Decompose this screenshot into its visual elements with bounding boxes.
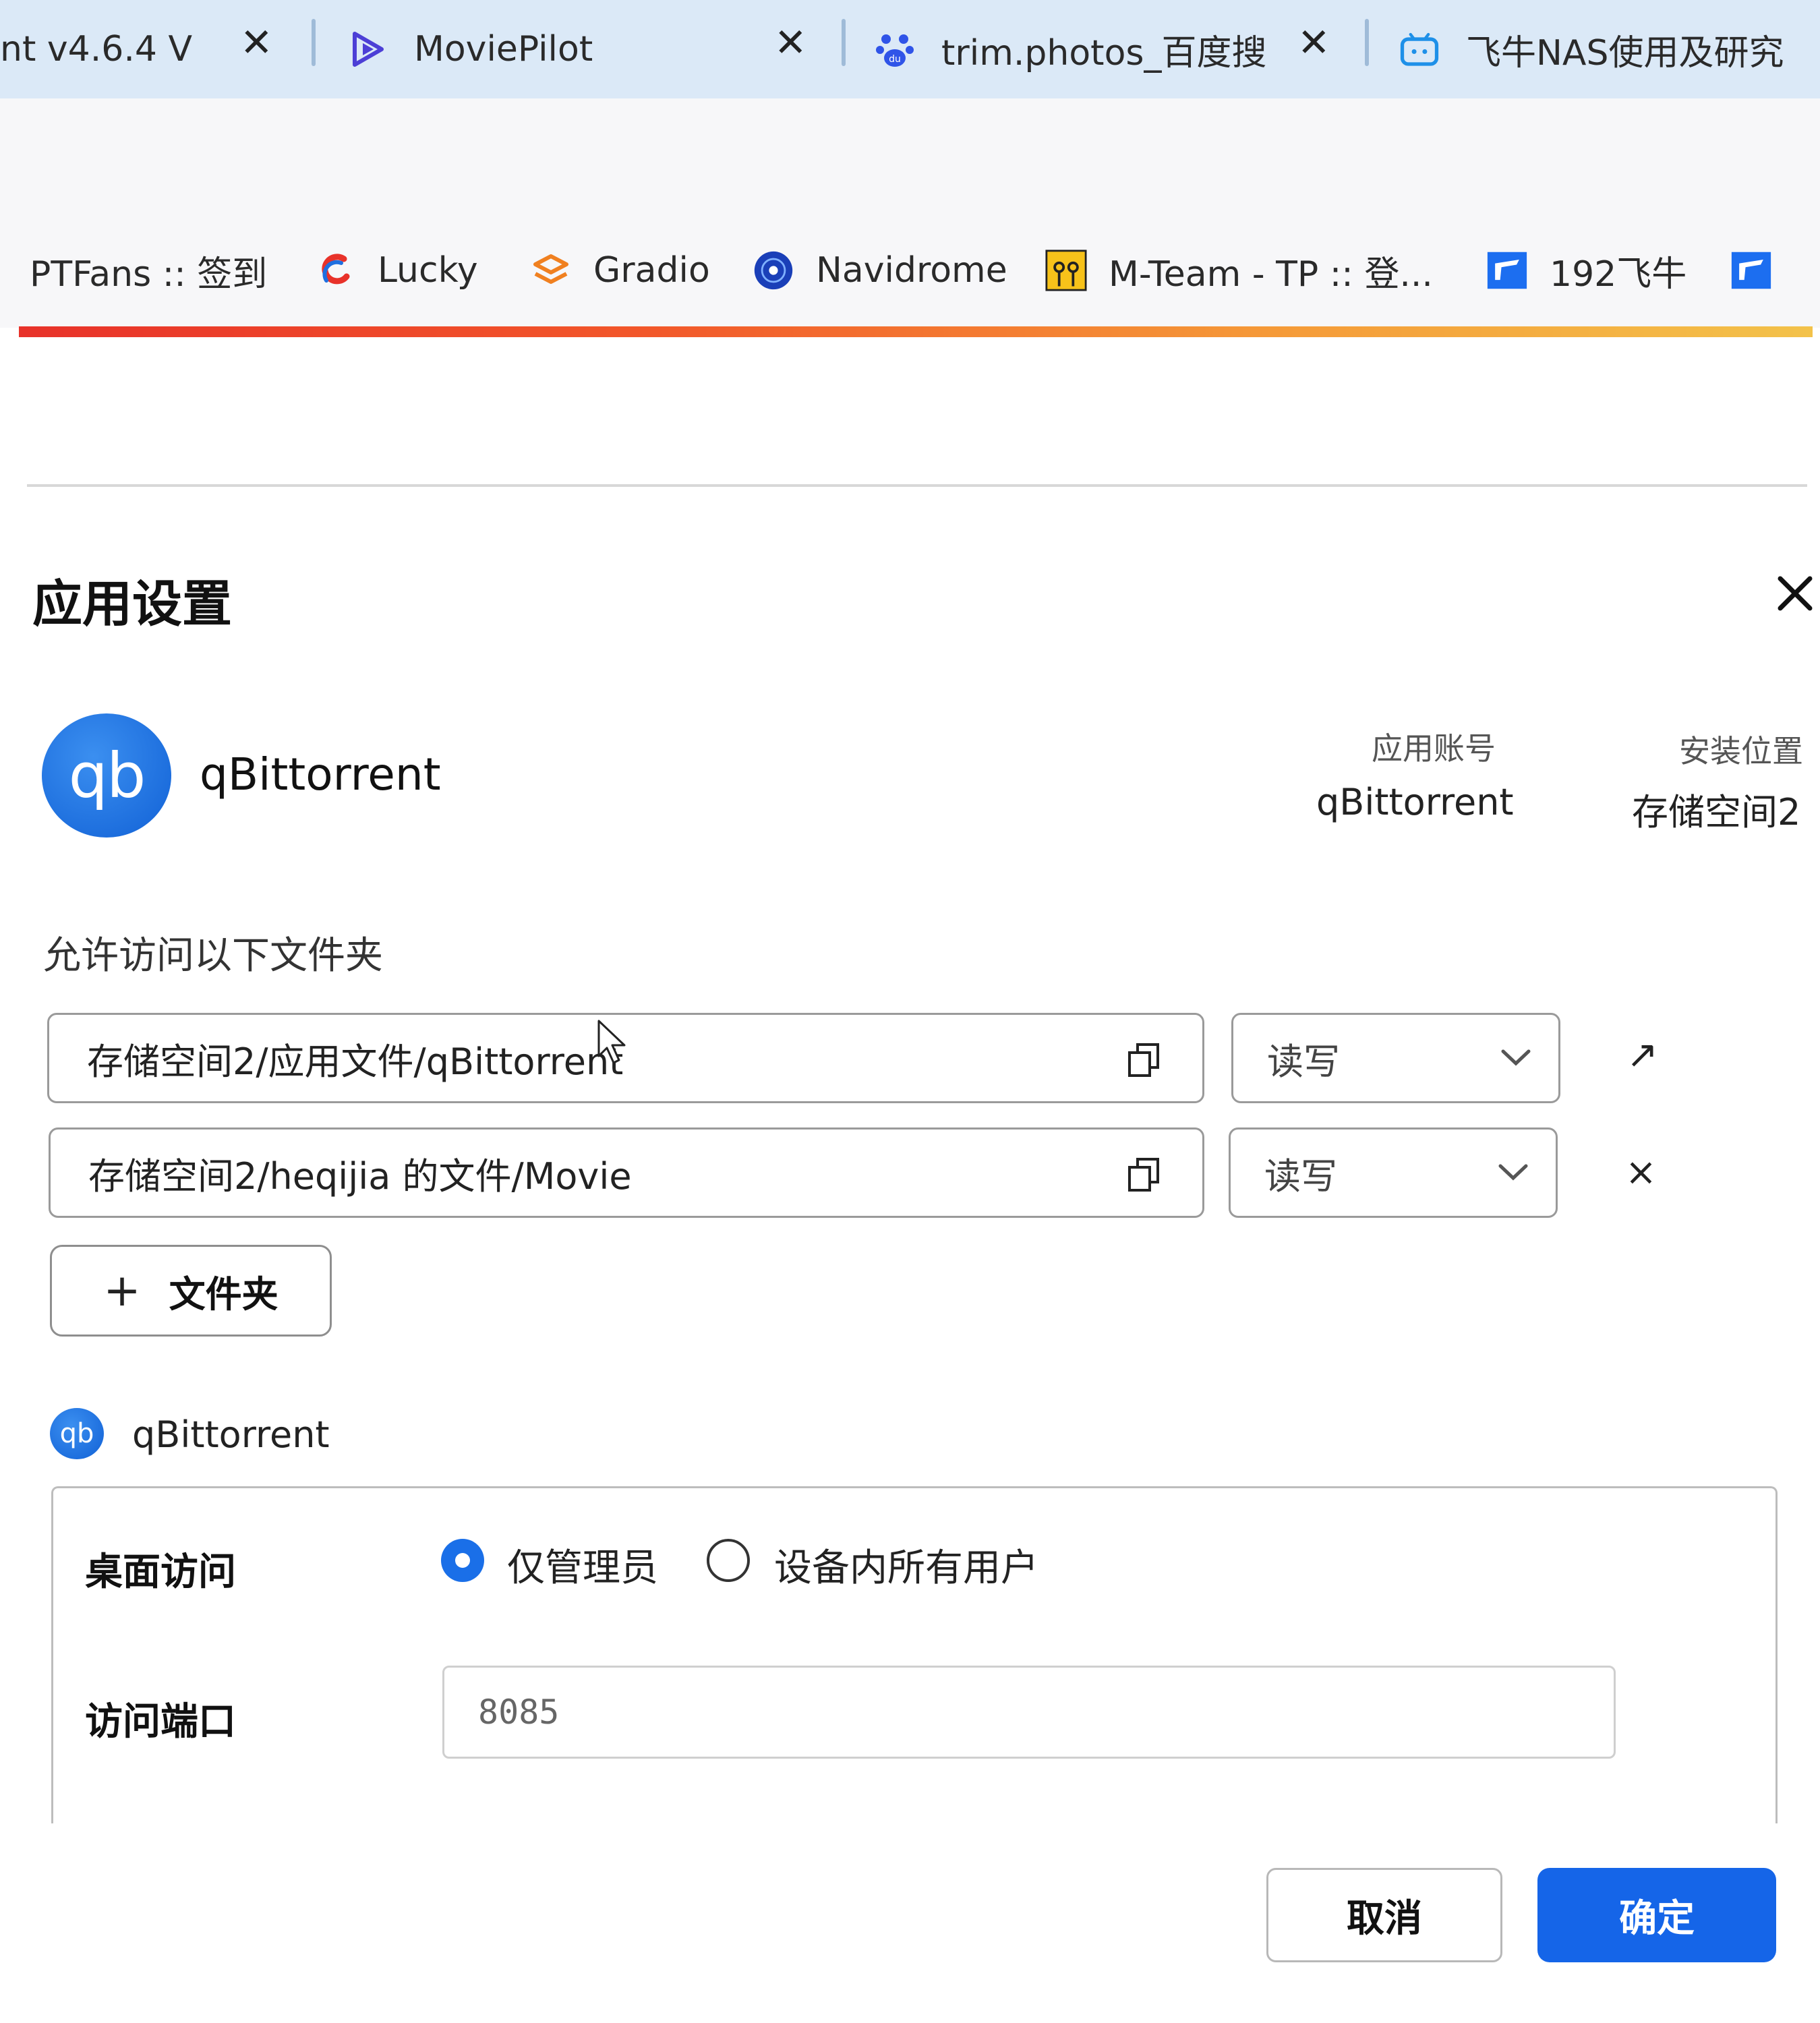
account-label: 应用账号	[1372, 730, 1496, 767]
bookmark-navidrome[interactable]: Navidrome	[753, 213, 1007, 328]
bilibili-tv-icon	[1400, 30, 1439, 69]
tab-bilibili[interactable]: 飞牛NAS使用及研究	[1400, 0, 1820, 98]
radio-all-users-label: 设备内所有用户	[774, 1546, 1038, 1590]
bookmark-lucky[interactable]: Lucky	[314, 213, 478, 328]
bookmark-gradio[interactable]: Gradio	[530, 213, 710, 328]
bookmark-ptfans[interactable]: PTFans :: 签到	[30, 213, 267, 328]
tab-separator	[312, 19, 316, 66]
svg-text:du: du	[889, 54, 901, 65]
bookmark-label: Lucky	[378, 250, 478, 291]
page-accent-bar	[19, 326, 1813, 337]
gradio-logo-icon	[530, 250, 572, 291]
header-divider	[27, 484, 1807, 487]
account-value: qBittorrent	[1316, 781, 1514, 823]
tab-nt[interactable]: nt v4.6.4 V	[0, 0, 202, 98]
close-icon[interactable]: ✕	[1297, 23, 1330, 62]
bookmark-mteam[interactable]: M-Team - TP :: 登...	[1045, 213, 1433, 328]
permission-select[interactable]: 读写	[1231, 1013, 1560, 1103]
folder-path-text: 存储空间2/heqijia 的文件/Movie	[88, 1154, 632, 1198]
fnos-logo-icon	[1730, 250, 1772, 291]
qbittorrent-logo-icon: qb	[42, 713, 171, 838]
browser-toolbar	[0, 98, 1820, 213]
bookmark-fnos-2[interactable]	[1730, 213, 1794, 328]
port-label: 访问端口	[85, 1700, 236, 1744]
permission-value: 读写	[1267, 1040, 1340, 1083]
close-icon[interactable]: ✕	[240, 23, 273, 62]
install-location-value: 存储空间2	[1632, 791, 1801, 833]
access-settings-panel	[51, 1486, 1778, 1823]
plus-icon: +	[103, 1264, 141, 1316]
folders-section-label: 允许访问以下文件夹	[43, 934, 383, 978]
sub-app-name: qBittorrent	[132, 1413, 330, 1456]
install-location-label: 安装位置	[1679, 733, 1803, 769]
bookmark-label: PTFans :: 签到	[30, 254, 268, 295]
add-folder-label: 文件夹	[169, 1272, 278, 1316]
mteam-logo-icon	[1045, 250, 1087, 291]
navidrome-disc-icon	[753, 250, 794, 291]
bookmark-label: 192飞牛	[1550, 254, 1687, 295]
chevron-down-icon	[1498, 1164, 1528, 1181]
copy-icon[interactable]	[1127, 1156, 1161, 1193]
radio-admin-only[interactable]	[441, 1539, 484, 1582]
fnos-logo-icon	[1486, 250, 1528, 291]
permission-value: 读写	[1264, 1154, 1337, 1198]
tab-separator	[842, 19, 846, 66]
app-name: qBittorrent	[200, 749, 441, 800]
baidu-paw-icon: du	[875, 30, 914, 69]
open-folder-icon[interactable]: ↗	[1626, 1033, 1658, 1077]
bookmark-label: Gradio	[593, 250, 710, 291]
remove-folder-icon[interactable]: ×	[1625, 1150, 1657, 1194]
dialog-title: 应用设置	[32, 575, 232, 633]
radio-all-users[interactable]	[707, 1539, 750, 1582]
tab-moviepilot[interactable]: MoviePilot	[348, 0, 753, 98]
qbittorrent-logo-icon: qb	[50, 1408, 104, 1459]
tab-title: trim.photos_百度搜	[941, 32, 1267, 74]
tab-title: MoviePilot	[414, 29, 593, 69]
folder-path-field[interactable]: 存储空间2/heqijia 的文件/Movie	[49, 1127, 1204, 1218]
folder-path-text: 存储空间2/应用文件/qBittorrent	[87, 1040, 624, 1083]
bookmark-192-fnos[interactable]: 192飞牛	[1486, 213, 1686, 328]
bookmark-label: M-Team - TP :: 登...	[1109, 254, 1433, 295]
tab-title: 飞牛NAS使用及研究	[1466, 32, 1784, 74]
permission-select[interactable]: 读写	[1229, 1127, 1558, 1218]
cancel-button[interactable]: 取消	[1266, 1868, 1502, 1962]
copy-icon[interactable]	[1127, 1042, 1161, 1078]
tab-baidu[interactable]: du trim.photos_百度搜	[875, 0, 1280, 98]
confirm-button[interactable]: 确定	[1537, 1868, 1776, 1962]
close-icon[interactable]: ✕	[774, 23, 807, 62]
tab-separator	[1365, 19, 1369, 66]
bookmark-label: Navidrome	[816, 250, 1007, 291]
lucky-logo-icon	[314, 250, 356, 291]
chevron-down-icon	[1501, 1049, 1531, 1066]
mouse-cursor-icon	[597, 1020, 626, 1064]
close-icon[interactable]	[1773, 572, 1817, 615]
moviepilot-icon	[348, 30, 387, 69]
radio-admin-only-label: 仅管理员	[507, 1546, 658, 1590]
add-folder-button[interactable]: + 文件夹	[50, 1245, 332, 1337]
tab-title: nt v4.6.4 V	[0, 29, 193, 69]
desktop-access-label: 桌面访问	[85, 1550, 236, 1594]
port-input[interactable]: 8085	[442, 1666, 1616, 1759]
